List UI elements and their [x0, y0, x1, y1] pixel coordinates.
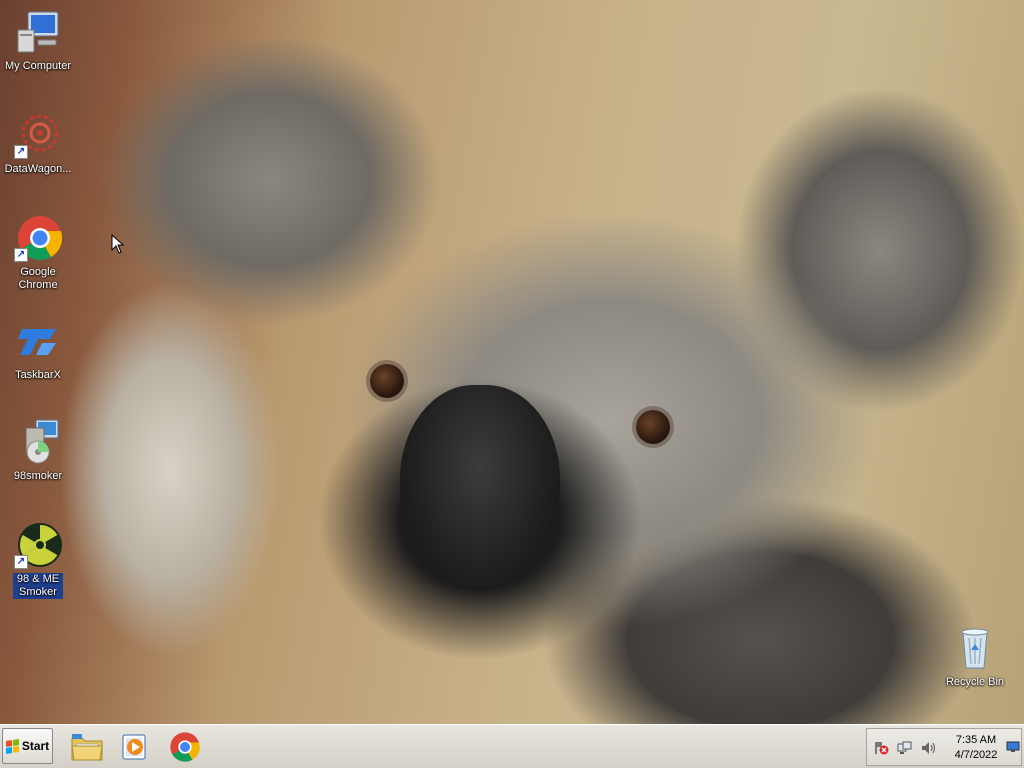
- computer-icon: [14, 8, 62, 56]
- start-label: Start: [21, 739, 50, 753]
- desktop-icon-label: Google Chrome: [18, 266, 58, 291]
- system-tray: 7:35 AM 4/7/2022: [866, 728, 1022, 766]
- shortcut-arrow-icon: ↗: [14, 555, 28, 569]
- desktop-icon-google-chrome[interactable]: ↗ Google Chrome: [0, 214, 76, 292]
- datawagon-icon: ↗: [14, 111, 62, 159]
- taskbar-media-player[interactable]: [117, 729, 153, 765]
- media-player-icon: [122, 734, 146, 760]
- desktop-icon-label: 98 & ME Smoker: [13, 573, 63, 599]
- shortcut-arrow-icon: ↗: [14, 248, 28, 262]
- action-center-icon[interactable]: [873, 741, 889, 755]
- desktop-icon-98smoker[interactable]: 98smoker: [0, 418, 76, 483]
- installer-icon: [14, 418, 62, 466]
- desktop-icon-my-computer[interactable]: My Computer: [0, 8, 76, 73]
- desktop-icon-label: 98smoker: [13, 470, 63, 482]
- folder-icon: [71, 734, 103, 761]
- desktop-icon-label: My Computer: [4, 60, 72, 72]
- clock-time: 7:35 AM: [955, 734, 997, 746]
- wallpaper-koala-nose: [400, 385, 560, 590]
- taskbar: Start 7:35 AM 4/7/2022: [0, 724, 1024, 768]
- wallpaper-koala-eye-left: [370, 364, 404, 398]
- chrome-icon: ↗: [14, 214, 63, 262]
- network-icon[interactable]: [897, 741, 913, 755]
- windows-logo-icon: [5, 738, 19, 754]
- mouse-cursor-icon: [111, 234, 125, 254]
- chrome-icon: [170, 732, 200, 762]
- monitor-icon: [1006, 741, 1019, 752]
- volume-icon[interactable]: [921, 741, 937, 755]
- desktop[interactable]: My Computer ↗ DataWagon... ↗ Google Chro: [0, 0, 1024, 724]
- start-button[interactable]: Start: [2, 728, 53, 764]
- desktop-icon-label: DataWagon...: [4, 163, 72, 175]
- taskbarx-icon: [14, 317, 62, 365]
- desktop-icon-label: TaskbarX: [15, 369, 61, 381]
- clock[interactable]: 7:35 AM 4/7/2022: [947, 733, 1005, 763]
- desktop-icon-label: Recycle Bin: [945, 676, 1005, 688]
- show-desktop-button[interactable]: [1004, 729, 1021, 765]
- recycle-bin-icon: [951, 624, 999, 672]
- shortcut-arrow-icon: ↗: [14, 145, 28, 159]
- desktop-icon-datawagon[interactable]: ↗ DataWagon...: [0, 111, 76, 176]
- radiation-icon: ↗: [14, 521, 62, 569]
- taskbar-chrome[interactable]: [167, 729, 203, 765]
- clock-date: 4/7/2022: [954, 749, 998, 761]
- desktop-icon-taskbarx[interactable]: TaskbarX: [0, 317, 76, 382]
- wallpaper-koala-eye-right: [636, 410, 670, 444]
- taskbar-file-explorer[interactable]: [69, 729, 105, 765]
- desktop-icon-recycle-bin[interactable]: Recycle Bin: [937, 624, 1013, 689]
- desktop-icon-98-me-smoker[interactable]: ↗ 98 & ME Smoker: [0, 521, 76, 599]
